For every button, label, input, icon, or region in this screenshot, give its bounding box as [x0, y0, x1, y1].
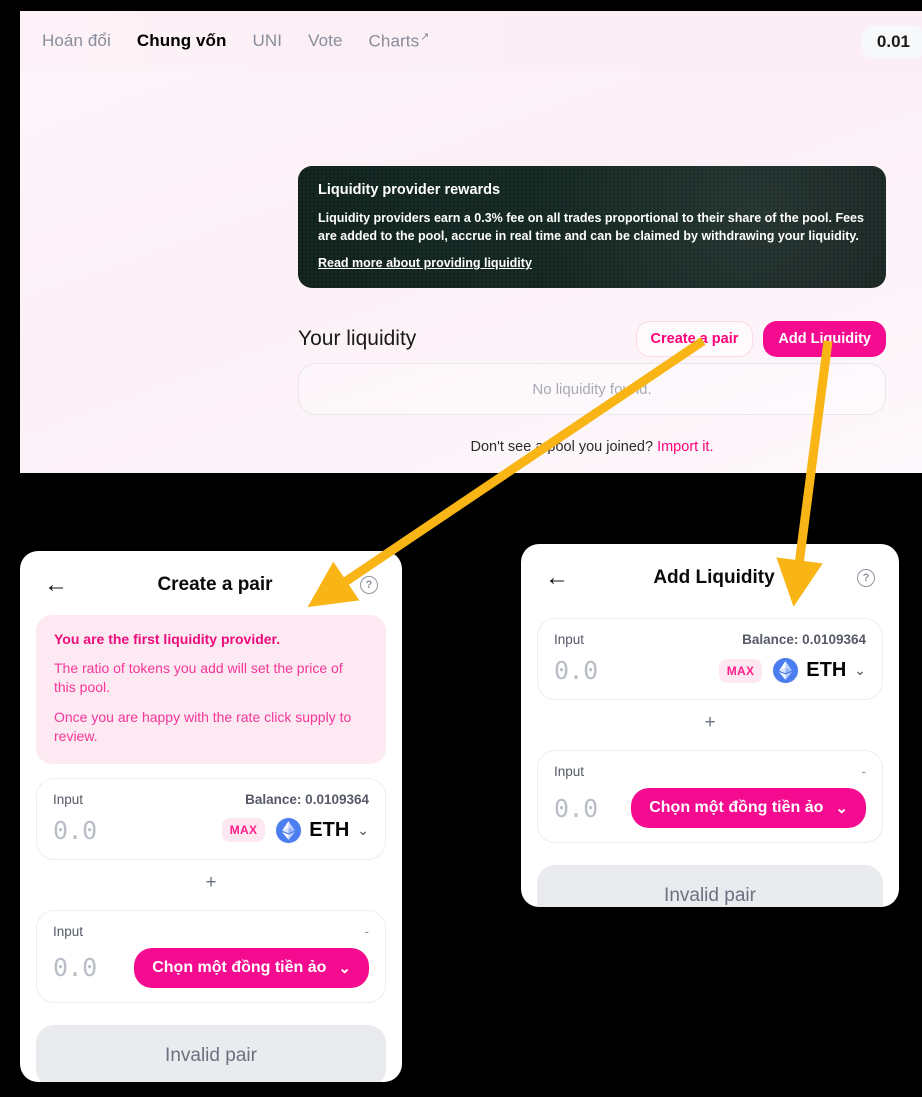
plus-separator-icon: + [205, 871, 217, 893]
chevron-down-icon: ⌄ [357, 821, 369, 838]
max-button[interactable]: MAX [718, 658, 763, 683]
nav-link-charts[interactable]: Charts↗ [369, 30, 430, 52]
select-token-button[interactable]: Chọn một đồng tiền ảo ⌄ [631, 788, 866, 828]
add-liquidity-input-a: Input Balance: 0.0109364 0.0 MAX ETH ⌄ [537, 618, 883, 700]
token-symbol: ETH [806, 659, 847, 681]
chevron-down-icon: ⌄ [338, 959, 351, 977]
create-pair-input-a: Input Balance: 0.0109364 0.0 MAX ETH ⌄ [36, 777, 386, 860]
external-link-icon: ↗ [420, 31, 430, 44]
input-b-top-row: Input - [53, 924, 369, 939]
ethereum-icon [276, 817, 302, 843]
import-pool-row: Don't see a pool you joined? Import it. [298, 439, 886, 455]
notice-line-2: Once you are happy with the rate click s… [54, 708, 352, 744]
your-liquidity-header: Your liquidity Create a pair Add Liquidi… [298, 321, 886, 357]
input-b-top-row: Input - [554, 764, 866, 779]
ethereum-icon [773, 658, 799, 683]
add-liquidity-submit-button: Invalid pair [537, 865, 883, 907]
import-it-link[interactable]: Import it. [657, 439, 713, 455]
create-pair-modal-title: Create a pair [157, 574, 273, 595]
liquidity-rewards-banner: Liquidity provider rewards Liquidity pro… [298, 166, 886, 289]
create-pair-modal-header: ← Create a pair ? [20, 551, 402, 611]
add-liquidity-modal-header: ← Add Liquidity ? [521, 544, 899, 604]
top-navbar: Hoán đổi Chung vốn UNI Vote Charts↗ 0.01 [20, 11, 922, 71]
input-a-bottom-row: 0.0 MAX ETH ⌄ [554, 656, 866, 685]
notice-title: You are the first liquidity provider. [54, 631, 281, 647]
input-a-controls: MAX ETH ⌄ [718, 658, 866, 683]
nav-link-pool[interactable]: Chung vốn [137, 31, 227, 51]
rewards-title: Liquidity provider rewards [318, 182, 501, 198]
page-title: Your liquidity [298, 327, 417, 350]
no-liquidity-text: No liquidity found. [532, 380, 652, 398]
input-b-balance: - [861, 764, 867, 779]
add-liquidity-modal: ← Add Liquidity ? Input Balance: 0.01093… [521, 544, 899, 907]
add-liquidity-button[interactable]: Add Liquidity [763, 321, 886, 357]
input-a-amount-field[interactable]: 0.0 [53, 816, 97, 845]
plus-separator-icon: + [704, 712, 716, 733]
create-pair-submit-button: Invalid pair [36, 1024, 386, 1082]
input-a-label: Input [554, 632, 585, 647]
input-b-amount-field[interactable]: 0.0 [53, 953, 97, 982]
nav-links: Hoán đổi Chung vốn UNI Vote Charts↗ [42, 30, 430, 52]
nav-link-charts-label: Charts [368, 31, 420, 51]
help-circle-icon[interactable]: ? [360, 576, 378, 594]
create-a-pair-button[interactable]: Create a pair [635, 321, 754, 357]
help-circle-icon[interactable]: ? [857, 569, 875, 587]
token-select-eth[interactable]: ETH ⌄ [276, 817, 369, 843]
screenshot-root: Hoán đổi Chung vốn UNI Vote Charts↗ 0.01… [0, 0, 922, 1097]
max-button[interactable]: MAX [221, 818, 266, 843]
no-liquidity-box: No liquidity found. [298, 363, 886, 415]
input-a-balance: Balance: 0.0109364 [742, 632, 866, 647]
chevron-down-icon: ⌄ [835, 800, 848, 817]
select-token-label: Chọn một đồng tiền ảo [649, 799, 824, 816]
first-provider-notice: You are the first liquidity provider. Th… [36, 615, 386, 764]
input-b-bottom-row: 0.0 Chọn một đồng tiền ảo ⌄ [554, 788, 866, 828]
input-a-top-row: Input Balance: 0.0109364 [53, 792, 369, 807]
token-select-eth[interactable]: ETH ⌄ [773, 658, 866, 683]
nav-link-vote[interactable]: Vote [308, 31, 342, 51]
import-prompt-text: Don't see a pool you joined? [470, 439, 658, 455]
select-token-button[interactable]: Chọn một đồng tiền ảo ⌄ [134, 947, 369, 988]
nav-link-swap[interactable]: Hoán đổi [42, 31, 111, 51]
create-pair-input-b: Input - 0.0 Chọn một đồng tiền ảo ⌄ [36, 909, 386, 1003]
create-a-pair-modal: ← Create a pair ? You are the first liqu… [20, 551, 402, 1082]
read-more-link[interactable]: Read more about providing liquidity [318, 256, 866, 270]
add-liquidity-modal-title: Add Liquidity [653, 567, 775, 588]
chevron-down-icon: ⌄ [854, 662, 866, 678]
input-b-bottom-row: 0.0 Chọn một đồng tiền ảo ⌄ [53, 947, 369, 988]
pool-page-body: Liquidity provider rewards Liquidity pro… [20, 71, 922, 473]
token-symbol: ETH [309, 818, 350, 841]
input-b-label: Input [554, 764, 585, 779]
input-b-label: Input [53, 923, 84, 939]
nav-link-uni[interactable]: UNI [253, 31, 283, 51]
notice-line-1: The ratio of tokens you add will set the… [54, 660, 343, 695]
input-a-label: Input [53, 791, 84, 807]
input-b-amount-field[interactable]: 0.0 [554, 794, 598, 823]
input-a-controls: MAX ETH ⌄ [221, 817, 369, 843]
input-a-amount-field[interactable]: 0.0 [554, 656, 598, 685]
input-a-bottom-row: 0.0 MAX ETH ⌄ [53, 816, 369, 845]
back-arrow-icon[interactable]: ← [44, 573, 70, 597]
back-arrow-icon[interactable]: ← [545, 566, 571, 590]
input-b-balance: - [364, 923, 370, 939]
liquidity-actions: Create a pair Add Liquidity [635, 321, 886, 357]
wallet-balance[interactable]: 0.01 [860, 25, 922, 59]
uniswap-pool-page: Hoán đổi Chung vốn UNI Vote Charts↗ 0.01… [20, 11, 922, 473]
input-a-balance: Balance: 0.0109364 [245, 791, 369, 807]
add-liquidity-input-b: Input - 0.0 Chọn một đồng tiền ảo ⌄ [537, 750, 883, 843]
rewards-description: Liquidity providers earn a 0.3% fee on a… [318, 211, 864, 244]
input-a-top-row: Input Balance: 0.0109364 [554, 632, 866, 647]
select-token-label: Chọn một đồng tiền ảo [152, 958, 327, 976]
